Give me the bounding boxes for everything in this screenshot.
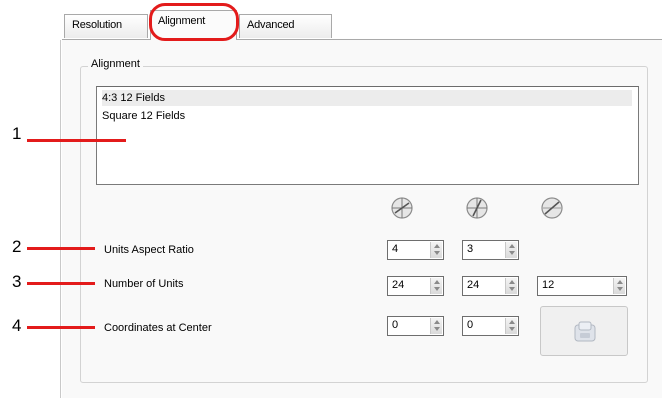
list-item[interactable]: Square 12 Fields (102, 108, 632, 124)
spinner-arrows[interactable] (613, 278, 625, 294)
spinner-arrows[interactable] (505, 242, 517, 258)
alignment-listbox[interactable]: 4:3 12 Fields Square 12 Fields (96, 86, 639, 185)
callout-line (27, 282, 95, 285)
tab-alignment[interactable]: Alignment (150, 10, 237, 40)
spinner-arrows[interactable] (430, 318, 442, 334)
spinner-value: 3 (467, 243, 474, 255)
tab-advanced[interactable]: Advanced (239, 14, 332, 38)
spinner-value: 0 (392, 319, 399, 331)
aspect-ratio-x-spinner[interactable]: 4 (387, 240, 444, 260)
spinner-arrows[interactable] (430, 278, 442, 294)
num-units-x-spinner[interactable]: 24 (387, 276, 444, 296)
callout-number: 4 (12, 316, 22, 335)
callout-number: 3 (12, 272, 22, 291)
num-units-z-spinner[interactable]: 12 (537, 276, 627, 296)
num-units-y-spinner[interactable]: 24 (462, 276, 519, 296)
panel-left-edge (60, 40, 61, 398)
center-x-spinner[interactable]: 0 (387, 316, 444, 336)
tab-resolution-label: Resolution (72, 19, 122, 31)
coordinates-at-center-label: Coordinates at Center (104, 322, 212, 334)
spinner-arrows[interactable] (505, 318, 517, 334)
center-y-spinner[interactable]: 0 (462, 316, 519, 336)
callout-number: 1 (12, 124, 22, 143)
group-title: Alignment (88, 58, 143, 70)
y-axis-icon (466, 197, 488, 219)
list-item-label: 4:3 12 Fields (102, 92, 165, 104)
units-aspect-ratio-label: Units Aspect Ratio (104, 244, 194, 256)
tab-advanced-label: Advanced (247, 19, 295, 31)
tab-resolution[interactable]: Resolution (64, 14, 148, 38)
x-axis-icon (391, 197, 413, 219)
spinner-value: 24 (467, 279, 480, 291)
tab-alignment-label: Alignment (158, 15, 206, 27)
spinner-arrows[interactable] (505, 278, 517, 294)
callout-number: 2 (12, 237, 22, 256)
spinner-value: 0 (467, 319, 474, 331)
callout-line (27, 247, 95, 250)
aspect-ratio-y-spinner[interactable]: 3 (462, 240, 519, 260)
center-lock-button[interactable] (540, 306, 628, 356)
callout-line (27, 326, 95, 329)
list-item[interactable]: 4:3 12 Fields (102, 90, 632, 106)
spinner-value: 12 (542, 279, 555, 291)
z-axis-icon (541, 197, 563, 219)
list-item-label: Square 12 Fields (102, 110, 186, 122)
number-of-units-label: Number of Units (104, 278, 184, 290)
spinner-value: 24 (392, 279, 405, 291)
callout-line (27, 139, 126, 142)
spinner-value: 4 (392, 243, 399, 255)
lock-icon (574, 321, 596, 342)
spinner-arrows[interactable] (430, 242, 442, 258)
